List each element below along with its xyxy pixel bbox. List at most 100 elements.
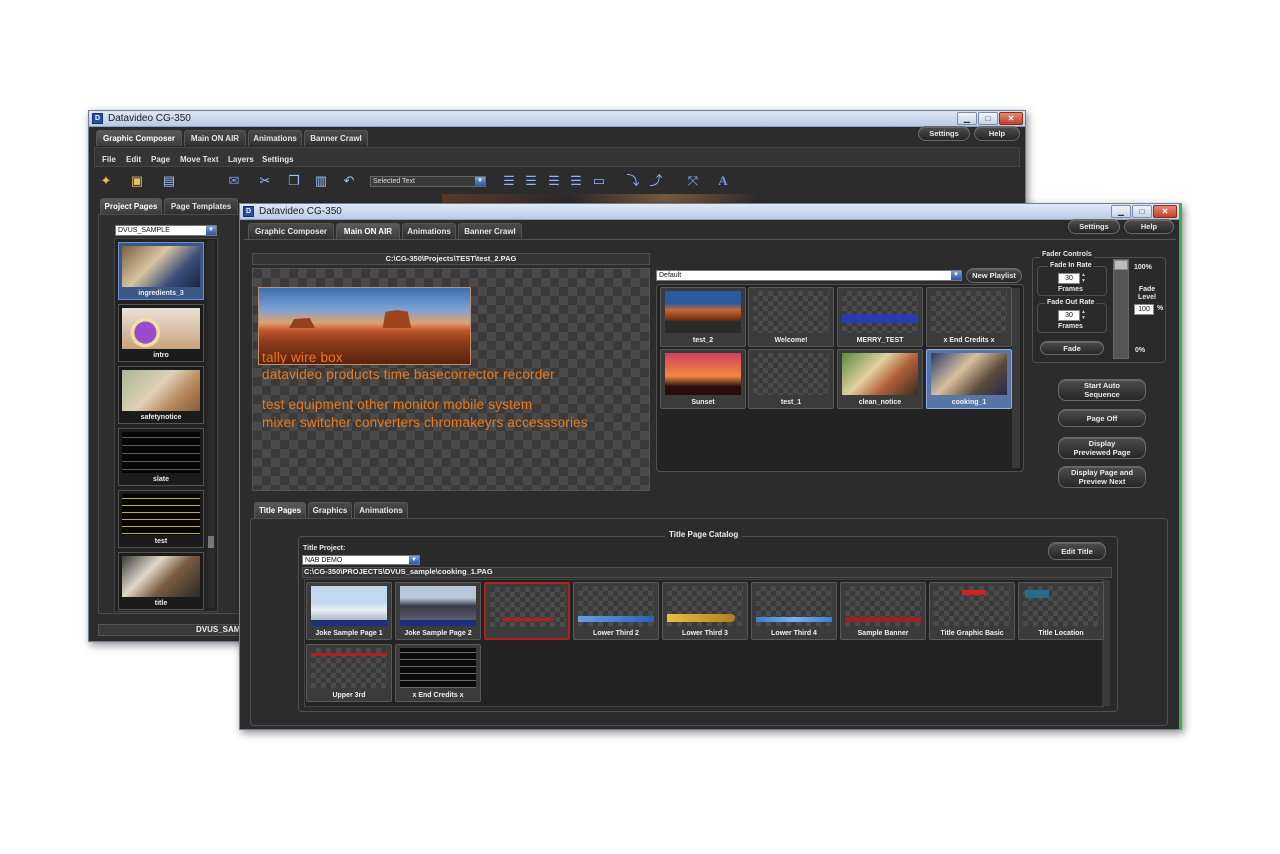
bring-forward-icon[interactable]: ⤵ — [624, 172, 642, 190]
tab-bottom-animations[interactable]: Animations — [354, 502, 408, 518]
tab-banner-crawl[interactable]: Banner Crawl — [458, 223, 522, 239]
menu-layers[interactable]: Layers — [228, 155, 254, 164]
playlist-item-merry-test[interactable]: MERRY_TEST — [837, 287, 923, 347]
menu-settings[interactable]: Settings — [262, 155, 294, 164]
playlist-scrollbar[interactable] — [1012, 288, 1020, 468]
help-button[interactable]: Help — [1124, 219, 1174, 234]
catalog-item-lower-third-4[interactable]: Lower Third 4 — [751, 582, 837, 640]
copy-icon[interactable]: ❐ — [285, 172, 303, 190]
playlist-item-welcome[interactable]: Welcome! — [748, 287, 834, 347]
app-icon: D — [243, 206, 254, 217]
playlist-item-test-1[interactable]: test_1 — [748, 349, 834, 409]
start-auto-sequence-button[interactable]: Start Auto Sequence — [1058, 379, 1146, 401]
new-playlist-button[interactable]: New Playlist — [966, 268, 1022, 283]
save-icon[interactable]: ▤ — [160, 172, 178, 190]
back-help-button[interactable]: Help — [974, 126, 1020, 141]
project-pages-scrollbar[interactable] — [207, 240, 215, 608]
menu-edit[interactable]: Edit — [126, 155, 141, 164]
catalog-item-joke-1[interactable]: Joke Sample Page 1 — [306, 582, 392, 640]
playlist-item-clean-notice[interactable]: clean_notice — [837, 349, 923, 409]
fade-level-slider-handle[interactable] — [1114, 260, 1128, 270]
maximize-button[interactable]: □ — [1132, 205, 1152, 218]
catalog-item-upper-3rd[interactable]: Upper 3rd — [306, 644, 392, 702]
check-mail-icon[interactable]: ✉ — [221, 172, 247, 190]
tab-title-pages[interactable]: Title Pages — [254, 502, 306, 518]
fader-controls-title: Fader Controls — [1040, 251, 1094, 258]
back-tab-graphic-composer[interactable]: Graphic Composer — [96, 130, 182, 146]
tab-graphics[interactable]: Graphics — [308, 502, 352, 518]
preview-text-line-4: mixer switcher converters chromakeyrs ac… — [262, 415, 588, 430]
fade-level-value[interactable]: 100 — [1134, 304, 1154, 315]
fade-in-stepper[interactable]: ▲ ▼ — [1080, 272, 1087, 285]
edit-title-button[interactable]: Edit Title — [1048, 542, 1106, 560]
menu-page[interactable]: Page — [151, 155, 170, 164]
catalog-item-lower-third-3[interactable]: Lower Third 3 — [662, 582, 748, 640]
align-right-icon[interactable]: ☰ — [545, 172, 563, 190]
page-off-button[interactable]: Page Off — [1058, 409, 1146, 427]
settings-button[interactable]: Settings — [1068, 219, 1120, 234]
catalog-item-title-location[interactable]: Title Location — [1018, 582, 1104, 640]
playlist-item-test-2[interactable]: test_2 — [660, 287, 746, 347]
menu-file[interactable]: File — [102, 155, 116, 164]
tab-main-on-air[interactable]: Main ON AIR — [336, 223, 400, 239]
open-folder-icon[interactable]: ▣ — [128, 172, 146, 190]
playlist-dropdown[interactable]: Default ▼ — [656, 270, 962, 281]
back-tab-banner-crawl[interactable]: Banner Crawl — [304, 130, 368, 146]
close-button[interactable]: ✕ — [1153, 205, 1177, 218]
project-page-slate[interactable]: slate — [118, 428, 204, 486]
new-page-icon[interactable]: ✦ — [97, 172, 115, 190]
fade-in-value[interactable]: 30 — [1058, 273, 1080, 284]
back-tab-main-on-air[interactable]: Main ON AIR — [184, 130, 246, 146]
maximize-button[interactable]: □ — [978, 112, 998, 125]
playlist-thumbnail — [665, 353, 741, 395]
project-page-label: safetynotice — [140, 414, 182, 421]
fade-out-stepper[interactable]: ▲ ▼ — [1080, 309, 1087, 322]
align-left-icon[interactable]: ☰ — [500, 172, 518, 190]
catalog-item-label: Lower Third 3 — [682, 630, 728, 637]
catalog-item-title-graphic-basic[interactable]: Title Graphic Basic — [929, 582, 1015, 640]
back-tab-animations[interactable]: Animations — [248, 130, 302, 146]
selected-text-dropdown[interactable]: Selected Text ▼ — [370, 176, 486, 187]
project-page-title[interactable]: title — [118, 552, 204, 610]
send-back-icon[interactable]: ⤴ — [647, 172, 665, 190]
fade-level-slider-track[interactable] — [1113, 259, 1129, 359]
display-previewed-page-button[interactable]: Display Previewed Page — [1058, 437, 1146, 459]
fit-screen-icon[interactable]: ⤧ — [684, 172, 702, 190]
catalog-item-joke-2[interactable]: Joke Sample Page 2 — [395, 582, 481, 640]
title-project-dropdown[interactable]: NAB DEMO ▼ — [302, 555, 420, 565]
cut-icon[interactable]: ✂ — [256, 172, 274, 190]
tab-animations[interactable]: Animations — [402, 223, 456, 239]
minimize-button[interactable]: ▁ — [957, 112, 977, 125]
project-page-ingredients[interactable]: ingredients_3 — [118, 242, 204, 300]
catalog-item-end-credits[interactable]: x End Credits x — [395, 644, 481, 702]
justify-icon[interactable]: ☰ — [567, 172, 585, 190]
playlist-item-end-credits[interactable]: x End Credits x — [926, 287, 1012, 347]
paste-icon[interactable]: ▥ — [312, 172, 330, 190]
align-center-icon[interactable]: ☰ — [522, 172, 540, 190]
back-settings-button[interactable]: Settings — [918, 126, 970, 141]
minimize-button[interactable]: ▁ — [1111, 205, 1131, 218]
tab-graphic-composer[interactable]: Graphic Composer — [248, 223, 334, 239]
underline-icon[interactable]: ▭ — [590, 172, 608, 190]
font-icon[interactable]: A — [714, 172, 732, 190]
catalog-item-selected[interactable] — [484, 582, 570, 640]
fade-level-top-pct: 100% — [1134, 264, 1152, 271]
tab-page-templates[interactable]: Page Templates — [164, 198, 238, 214]
close-button[interactable]: ✕ — [999, 112, 1023, 125]
display-page-preview-next-button[interactable]: Display Page and Preview Next — [1058, 466, 1146, 488]
playlist-dropdown-value: Default — [659, 272, 682, 279]
project-page-intro[interactable]: intro — [118, 304, 204, 362]
menu-move-text[interactable]: Move Text — [180, 155, 219, 164]
project-dropdown-value: DVUS_SAMPLE — [118, 227, 170, 234]
fade-button[interactable]: Fade — [1040, 341, 1104, 355]
undo-icon[interactable]: ↶ — [340, 172, 358, 190]
playlist-item-cooking-1[interactable]: cooking_1 — [926, 349, 1012, 409]
catalog-item-lower-third-2[interactable]: Lower Third 2 — [573, 582, 659, 640]
fade-out-value[interactable]: 30 — [1058, 310, 1080, 321]
playlist-item-sunset[interactable]: Sunset — [660, 349, 746, 409]
project-dropdown[interactable]: DVUS_SAMPLE ▼ — [115, 225, 217, 236]
tab-project-pages[interactable]: Project Pages — [100, 198, 162, 214]
project-page-safetynotice[interactable]: safetynotice — [118, 366, 204, 424]
project-page-test[interactable]: test — [118, 490, 204, 548]
catalog-item-sample-banner[interactable]: Sample Banner — [840, 582, 926, 640]
